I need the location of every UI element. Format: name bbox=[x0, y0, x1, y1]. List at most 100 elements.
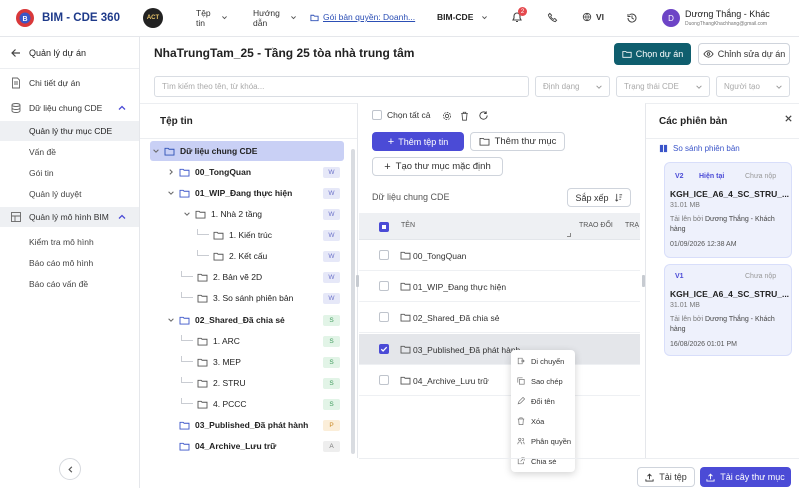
select-all[interactable]: Chọn tất cả bbox=[372, 110, 430, 120]
row-checkbox[interactable] bbox=[379, 344, 389, 354]
column-resize-handle[interactable] bbox=[567, 233, 571, 237]
column-header-extra[interactable]: TRẠ bbox=[625, 222, 640, 229]
create-default-folder-button[interactable]: + Tạo thư mục mặc định bbox=[372, 157, 503, 176]
menu-item-delete[interactable]: Xóa bbox=[511, 411, 575, 431]
refresh-icon[interactable] bbox=[478, 110, 489, 121]
breadcrumb[interactable]: Dữ liệu chung CDE bbox=[372, 192, 450, 202]
upload-file-button[interactable]: Tải tệp bbox=[637, 467, 695, 487]
sidebar-item-label: Vấn đề bbox=[29, 147, 56, 157]
version-status: Chưa nộp bbox=[745, 273, 777, 280]
tree-node[interactable]: 02_Shared_Đã chia sẻ S bbox=[165, 310, 340, 330]
tree-root[interactable]: Dữ liệu chung CDE bbox=[150, 141, 344, 161]
sidebar-item-packages[interactable]: Gói tin bbox=[0, 163, 139, 183]
sidebar-item-approvals[interactable]: Quản lý duyệt bbox=[0, 184, 139, 204]
upload-folder-tree-button[interactable]: Tải cây thư mục bbox=[700, 467, 791, 487]
format-filter-label: Định dạng bbox=[543, 82, 580, 91]
search-input[interactable]: Tìm kiếm theo tên, từ khóa... bbox=[154, 76, 529, 97]
table-row[interactable]: 01_WIP_Đang thực hiện bbox=[359, 271, 640, 302]
table-row[interactable]: 00_TongQuan bbox=[359, 240, 640, 271]
row-checkbox[interactable] bbox=[379, 250, 389, 260]
add-file-button[interactable]: + Thêm tệp tin bbox=[372, 132, 464, 151]
sidebar-item-bim-model[interactable]: Quản lý mô hình BIM bbox=[0, 207, 139, 227]
tree-node[interactable]: 1. ARC S bbox=[181, 331, 340, 351]
chevron-down-icon[interactable] bbox=[183, 210, 191, 218]
tree-node[interactable]: 2. Kết cấu W bbox=[197, 246, 340, 266]
sidebar-item-issue-report[interactable]: Báo cáo vấn đề bbox=[0, 274, 139, 294]
chevron-down-icon[interactable] bbox=[152, 147, 160, 155]
sidebar-back-button[interactable]: Quản lý dự án bbox=[0, 43, 139, 63]
menu-item-permission[interactable]: Phân quyền bbox=[511, 431, 575, 451]
nav-files[interactable]: Tệp tin bbox=[196, 8, 232, 30]
language-selector[interactable]: VI bbox=[582, 12, 604, 22]
row-checkbox[interactable] bbox=[379, 375, 389, 385]
row-checkbox[interactable] bbox=[379, 312, 389, 322]
user-menu[interactable]: D Dương Thắng - Khác DuongThangKhachhang… bbox=[662, 8, 792, 30]
edit-project-button[interactable]: Chỉnh sửa dự án bbox=[698, 43, 790, 65]
history-button[interactable] bbox=[626, 12, 638, 24]
tree-node[interactable]: 00_TongQuan W bbox=[165, 162, 340, 182]
folder-icon bbox=[179, 442, 190, 451]
select-all-label: Chọn tất cả bbox=[387, 110, 431, 120]
trash-icon[interactable] bbox=[460, 111, 469, 121]
nav-files-label: Tệp tin bbox=[196, 8, 211, 28]
tree-node[interactable]: 04_Archive_Lưu trữ A bbox=[165, 436, 340, 456]
sidebar-item-issues[interactable]: Vấn đề bbox=[0, 142, 139, 162]
tree-node[interactable]: 1. Nhà 2 tầng W bbox=[181, 204, 340, 224]
sort-button[interactable]: Sắp xếp bbox=[567, 188, 631, 207]
add-folder-button[interactable]: Thêm thư mục bbox=[470, 132, 565, 151]
phone-button[interactable] bbox=[547, 12, 558, 23]
table-row[interactable]: 04_Archive_Lưu trữ bbox=[359, 365, 640, 396]
chevron-right-icon[interactable] bbox=[167, 168, 175, 176]
cde-status-filter[interactable]: Trạng thái CDE bbox=[616, 76, 710, 97]
chevron-down-icon[interactable] bbox=[167, 189, 175, 197]
table-row[interactable]: 02_Shared_Đã chia sẻ bbox=[359, 302, 640, 333]
header-checkbox[interactable] bbox=[379, 222, 389, 232]
tree-node[interactable]: 2. STRU S bbox=[181, 373, 340, 393]
version-card[interactable]: V1 Chưa nộp KGH_ICE_A6_4_SC_STRU_... 31.… bbox=[664, 264, 792, 356]
sidebar-item-cde-data[interactable]: Dữ liệu chung CDE bbox=[0, 98, 139, 118]
menu-item-rename[interactable]: Đổi tên bbox=[511, 391, 575, 411]
sidebar-back-label: Quản lý dự án bbox=[29, 48, 87, 58]
notification-button[interactable]: 2 bbox=[510, 7, 527, 26]
menu-item-label: Sao chép bbox=[531, 376, 563, 386]
tree-scrollbar[interactable] bbox=[351, 149, 355, 454]
chevron-down-icon[interactable] bbox=[167, 316, 175, 324]
column-header-name[interactable]: TÊN bbox=[401, 222, 415, 229]
database-icon bbox=[11, 103, 21, 113]
version-card[interactable]: V2 Hiện tại Chưa nộp KGH_ICE_A6_4_SC_STR… bbox=[664, 162, 792, 258]
plus-icon: + bbox=[384, 160, 391, 173]
sidebar-item-cde-folder-management[interactable]: Quản lý thư mục CDE bbox=[0, 121, 139, 141]
menu-item-copy[interactable]: Sao chép bbox=[511, 371, 575, 391]
sidebar-item-project-detail[interactable]: Chi tiết dự án bbox=[0, 73, 139, 93]
menu-item-move[interactable]: Di chuyển bbox=[511, 351, 575, 371]
cde-status-tag: W bbox=[323, 271, 340, 283]
tree-node[interactable]: 03_Published_Đã phát hành P bbox=[165, 415, 340, 435]
close-versions-button[interactable] bbox=[784, 114, 794, 124]
tree-node[interactable]: 4. PCCC S bbox=[181, 394, 340, 414]
compare-versions-link[interactable]: So sánh phiên bản bbox=[659, 144, 740, 153]
sort-icon bbox=[614, 193, 622, 202]
format-filter[interactable]: Định dạng bbox=[535, 76, 610, 97]
row-checkbox[interactable] bbox=[379, 281, 389, 291]
tree-node[interactable]: 3. MEP S bbox=[181, 352, 340, 372]
tree-node[interactable]: 2. Bản vẽ 2D W bbox=[181, 267, 340, 287]
tree-node[interactable]: 01_WIP_Đang thực hiện W bbox=[165, 183, 340, 203]
select-project-button[interactable]: Chọn dự án bbox=[614, 43, 691, 65]
creator-filter[interactable]: Người tạo bbox=[716, 76, 790, 97]
table-row[interactable]: 03_Published_Đã phát hành bbox=[359, 334, 640, 365]
settings-icon[interactable] bbox=[442, 111, 452, 121]
app-logo[interactable]: B bbox=[14, 8, 36, 28]
sidebar-item-model-report[interactable]: Báo cáo mô hình bbox=[0, 253, 139, 273]
tree-node[interactable]: 1. Kiến trúc W bbox=[197, 225, 340, 245]
tree-node[interactable]: 3. So sánh phiên bản W bbox=[181, 288, 340, 308]
cde-status-tag: W bbox=[323, 229, 340, 241]
project-selector[interactable]: BIM-CDE bbox=[437, 12, 488, 22]
sidebar-collapse-button[interactable] bbox=[59, 458, 81, 480]
license-link[interactable]: Gói bản quyền: Doanh... bbox=[310, 12, 415, 22]
select-all-checkbox[interactable] bbox=[372, 110, 382, 120]
nav-guide[interactable]: Hướng dẫn bbox=[253, 8, 301, 30]
menu-item-share[interactable]: Chia sẻ bbox=[511, 451, 575, 471]
column-header-exchange[interactable]: TRAO ĐỔI bbox=[579, 222, 613, 229]
row-name: 03_Published_Đã phát hành bbox=[413, 345, 521, 355]
sidebar-item-model-check[interactable]: Kiểm tra mô hình bbox=[0, 232, 139, 252]
